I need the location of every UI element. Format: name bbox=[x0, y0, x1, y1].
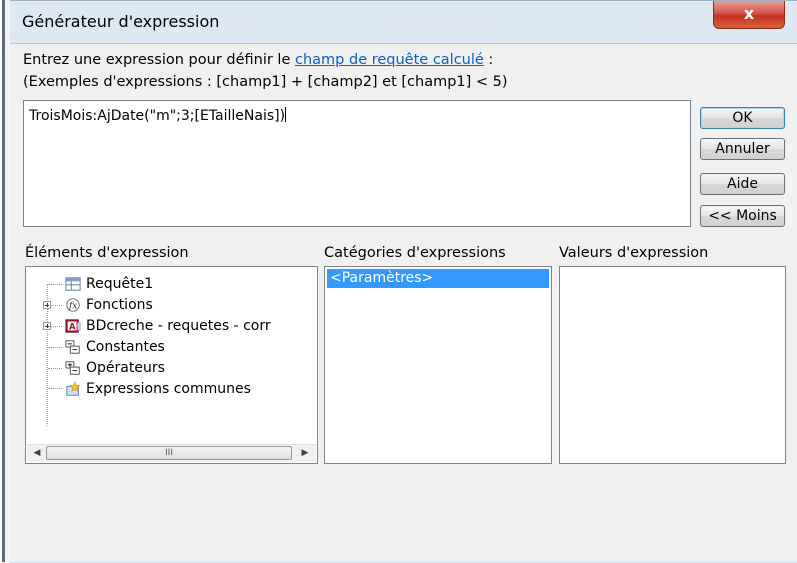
svg-text:fx: fx bbox=[68, 302, 77, 312]
text-caret bbox=[285, 107, 287, 122]
tree-item-label: Fonctions bbox=[86, 297, 153, 313]
expression-values-list[interactable] bbox=[559, 266, 786, 464]
ok-button[interactable]: OK bbox=[700, 107, 785, 129]
expression-categories-label: Catégories d'expressions bbox=[324, 245, 506, 261]
scroll-right-icon[interactable]: ▶ bbox=[298, 447, 312, 460]
scroll-left-icon[interactable]: ◀ bbox=[30, 447, 44, 460]
query-icon bbox=[65, 277, 81, 291]
common-expressions-icon bbox=[66, 381, 81, 396]
tree-item-label: Requête1 bbox=[86, 276, 154, 292]
tree-item-label: Expressions communes bbox=[86, 381, 251, 397]
instruction-line-1: Entrez une expression pour définir le ch… bbox=[23, 52, 493, 68]
tree-item-database[interactable]: A BDcreche - requetes - corr bbox=[26, 316, 316, 336]
expression-elements-tree[interactable]: Requête1 fx Fonctions A BDcreche - reque… bbox=[25, 266, 318, 464]
instruction-colon: : bbox=[483, 52, 494, 68]
expression-values-label: Valeurs d'expression bbox=[559, 245, 709, 261]
tree-item-requete1[interactable]: Requête1 bbox=[26, 274, 316, 294]
close-button[interactable]: x bbox=[713, 1, 785, 29]
title-bar[interactable]: Générateur d'expression x bbox=[10, 1, 797, 41]
tree-item-expressions-communes[interactable]: Expressions communes bbox=[26, 379, 316, 399]
database-icon: A bbox=[65, 319, 81, 333]
close-icon: x bbox=[743, 4, 755, 23]
expression-builder-dialog: Générateur d'expression x Entrez une exp… bbox=[10, 0, 797, 563]
dialog-body: Entrez une expression pour définir le ch… bbox=[10, 43, 797, 562]
tree-item-constantes[interactable]: Constantes bbox=[26, 337, 316, 357]
instruction-text: Entrez une expression pour définir le bbox=[23, 52, 295, 68]
constants-icon bbox=[65, 340, 80, 354]
instruction-examples: (Exemples d'expressions : [champ1] + [ch… bbox=[23, 74, 508, 90]
background-window-edge bbox=[0, 0, 10, 562]
expression-elements-label: Éléments d'expression bbox=[25, 245, 189, 261]
operators-icon bbox=[65, 361, 80, 375]
tree-item-operateurs[interactable]: Opérateurs bbox=[26, 358, 316, 378]
scroll-grip-icon: III bbox=[165, 448, 173, 458]
category-item-selected[interactable]: <Paramètres> bbox=[327, 269, 549, 288]
expression-input[interactable]: TroisMois:AjDate("m";3;[ETailleNais]) bbox=[23, 100, 691, 227]
svg-text:A: A bbox=[69, 322, 76, 332]
help-button[interactable]: Aide bbox=[700, 173, 785, 195]
tree-item-label: BDcreche - requetes - corr bbox=[86, 318, 271, 334]
less-button[interactable]: << Moins bbox=[700, 205, 785, 227]
calculated-field-link[interactable]: champ de requête calculé bbox=[295, 52, 484, 68]
cancel-button[interactable]: Annuler bbox=[700, 138, 785, 160]
function-icon: fx bbox=[66, 298, 80, 312]
horizontal-scrollbar[interactable]: ◀ III ▶ bbox=[27, 444, 316, 462]
tree-item-label: Constantes bbox=[86, 339, 165, 355]
expression-categories-list[interactable]: <Paramètres> bbox=[324, 266, 552, 464]
tree-item-label: Opérateurs bbox=[86, 360, 165, 376]
expression-text: TroisMois:AjDate("m";3;[ETailleNais]) bbox=[29, 108, 286, 124]
scroll-thumb[interactable]: III bbox=[46, 446, 292, 460]
window-title: Générateur d'expression bbox=[22, 12, 220, 31]
tree-item-fonctions[interactable]: fx Fonctions bbox=[26, 295, 316, 315]
